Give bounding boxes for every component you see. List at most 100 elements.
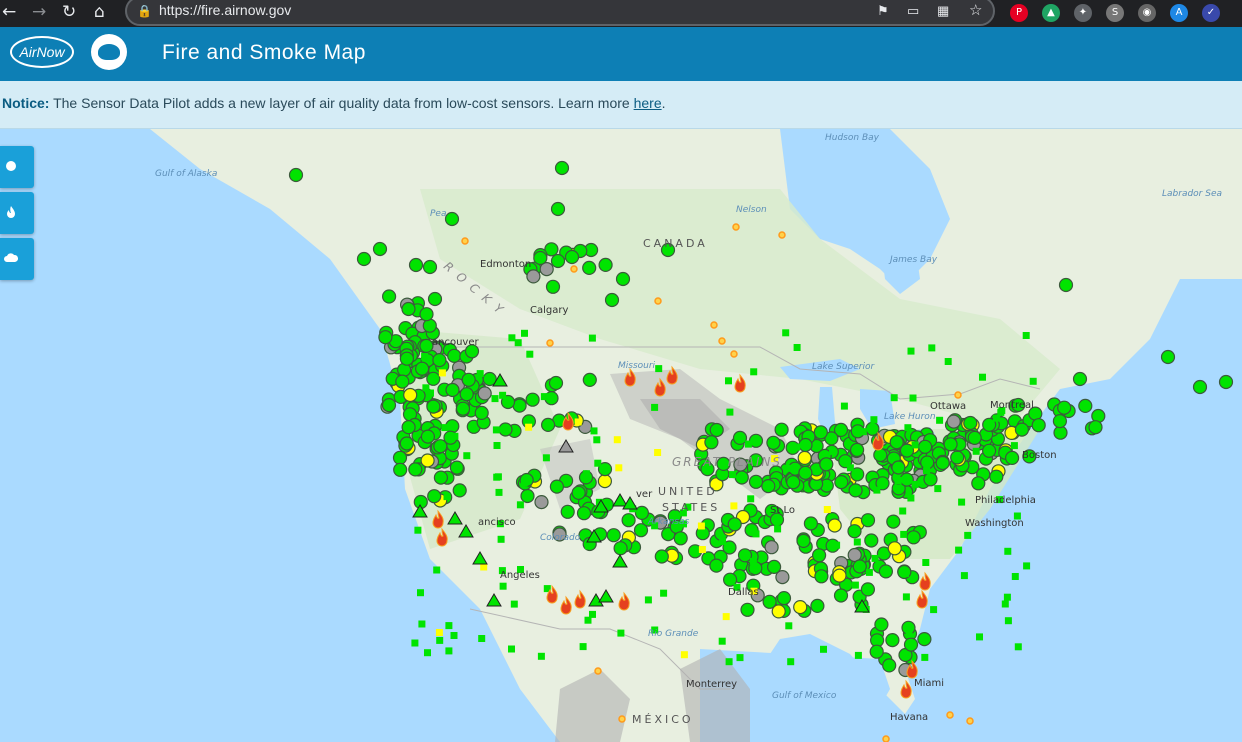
back-arrow-icon[interactable]: ← <box>2 0 16 27</box>
monitor-marker[interactable] <box>819 457 834 472</box>
monitor-marker[interactable] <box>395 374 410 389</box>
sensor-marker[interactable] <box>579 643 587 651</box>
monitor-marker[interactable] <box>550 253 566 269</box>
sensor-marker[interactable] <box>435 629 443 636</box>
camera-icon[interactable]: ◉ <box>1138 4 1156 22</box>
monitor-marker[interactable] <box>885 633 900 648</box>
sensor-marker[interactable] <box>820 645 827 653</box>
sensor-marker[interactable] <box>1010 442 1018 450</box>
monitor-marker[interactable] <box>764 540 779 555</box>
sensor-marker[interactable] <box>495 488 503 496</box>
monitor-marker[interactable] <box>403 387 418 403</box>
monitor-marker[interactable] <box>420 453 435 468</box>
monitor-marker[interactable] <box>869 644 884 659</box>
sensor-marker[interactable] <box>1011 573 1019 580</box>
sensor-marker[interactable] <box>782 329 790 337</box>
monitor-marker[interactable] <box>709 558 724 573</box>
monitor-marker[interactable] <box>860 582 876 597</box>
monitor-marker[interactable] <box>419 338 434 353</box>
monitor-marker[interactable] <box>899 472 914 487</box>
monitor-marker[interactable] <box>356 251 372 267</box>
sensor-marker[interactable] <box>972 447 980 455</box>
reload-icon[interactable]: ↻ <box>62 0 76 27</box>
monitor-marker[interactable] <box>852 559 867 574</box>
monitor-marker[interactable] <box>981 443 997 458</box>
fire-detection-dot[interactable] <box>570 265 578 273</box>
monitor-marker[interactable] <box>1160 349 1176 365</box>
monitor-marker[interactable] <box>422 259 438 275</box>
sensor-marker[interactable] <box>901 570 909 577</box>
sensor-marker[interactable] <box>934 485 942 493</box>
sensor-marker[interactable] <box>909 394 917 402</box>
monitor-marker[interactable] <box>427 489 442 504</box>
smoke-tool-button[interactable] <box>0 238 34 280</box>
sensor-marker[interactable] <box>859 428 867 436</box>
monitor-marker[interactable] <box>774 422 789 437</box>
sensor-marker[interactable] <box>508 645 515 653</box>
monitor-marker[interactable] <box>1088 420 1103 435</box>
monitor-marker[interactable] <box>613 541 628 556</box>
monitor-marker[interactable] <box>498 422 513 437</box>
sensor-marker[interactable] <box>492 426 500 434</box>
monitor-marker[interactable] <box>634 505 650 520</box>
monitor-marker[interactable] <box>771 604 786 619</box>
monitor-marker[interactable] <box>621 513 636 528</box>
monitor-marker[interactable] <box>874 617 889 632</box>
monitor-marker[interactable] <box>865 421 880 436</box>
monitor-marker[interactable] <box>917 632 932 647</box>
monitor-marker[interactable] <box>571 485 586 500</box>
sensor-marker[interactable] <box>540 393 548 401</box>
sensor-marker[interactable] <box>445 647 453 655</box>
sensor-marker[interactable] <box>907 494 915 502</box>
monitor-marker[interactable] <box>548 375 564 391</box>
sensor-marker[interactable] <box>480 563 488 571</box>
sensor-marker[interactable] <box>594 459 602 467</box>
sensor-marker[interactable] <box>514 339 522 347</box>
sensor-marker[interactable] <box>955 546 963 554</box>
sensor-marker[interactable] <box>521 329 528 337</box>
monitor-marker[interactable] <box>847 524 862 539</box>
sensor-marker[interactable] <box>655 365 663 373</box>
sensor-marker[interactable] <box>904 424 912 432</box>
fire-detection-dot[interactable] <box>730 350 738 358</box>
monitor-marker[interactable] <box>793 600 808 615</box>
monitor-marker[interactable] <box>709 422 724 438</box>
monitor-marker[interactable] <box>827 518 842 533</box>
monitor-marker[interactable] <box>427 291 443 307</box>
monitor-marker[interactable] <box>399 351 414 366</box>
monitor-marker[interactable] <box>564 249 580 265</box>
monitor-marker[interactable] <box>734 470 749 485</box>
sensor-marker[interactable] <box>930 606 938 614</box>
sensor-marker[interactable] <box>793 443 801 451</box>
monitor-marker[interactable] <box>392 450 408 465</box>
sensor-marker[interactable] <box>840 402 848 410</box>
monitor-marker[interactable] <box>786 475 801 490</box>
sensor-marker[interactable] <box>476 370 484 378</box>
sensor-marker[interactable] <box>823 506 831 513</box>
fire-detection-dot[interactable] <box>546 339 554 347</box>
monitor-marker[interactable] <box>803 516 819 531</box>
sensor-marker[interactable] <box>1004 547 1012 555</box>
monitor-marker[interactable] <box>540 417 556 432</box>
fire-detection-dot[interactable] <box>718 337 726 345</box>
sensor-marker[interactable] <box>902 593 910 601</box>
sensor-marker[interactable] <box>1022 332 1030 339</box>
monitor-marker[interactable] <box>444 211 460 227</box>
monitor-marker[interactable] <box>776 591 792 606</box>
sensor-marker[interactable] <box>651 403 659 411</box>
monitor-marker[interactable] <box>1014 422 1030 437</box>
monitor-marker[interactable] <box>943 437 958 452</box>
forward-arrow-icon[interactable]: → <box>32 0 46 27</box>
monitor-marker[interactable] <box>917 439 933 454</box>
sensor-marker[interactable] <box>793 344 801 351</box>
sensor-marker[interactable] <box>497 535 505 543</box>
monitor-marker[interactable] <box>1052 414 1068 429</box>
sensor-marker[interactable] <box>722 613 730 621</box>
sensor-marker[interactable] <box>478 635 486 642</box>
monitor-marker[interactable] <box>433 470 448 485</box>
sensor-marker[interactable] <box>922 559 930 566</box>
sensor-marker[interactable] <box>589 610 596 618</box>
sensor-marker[interactable] <box>833 541 841 549</box>
monitor-marker[interactable] <box>512 398 527 413</box>
monitor-marker[interactable] <box>474 405 489 420</box>
